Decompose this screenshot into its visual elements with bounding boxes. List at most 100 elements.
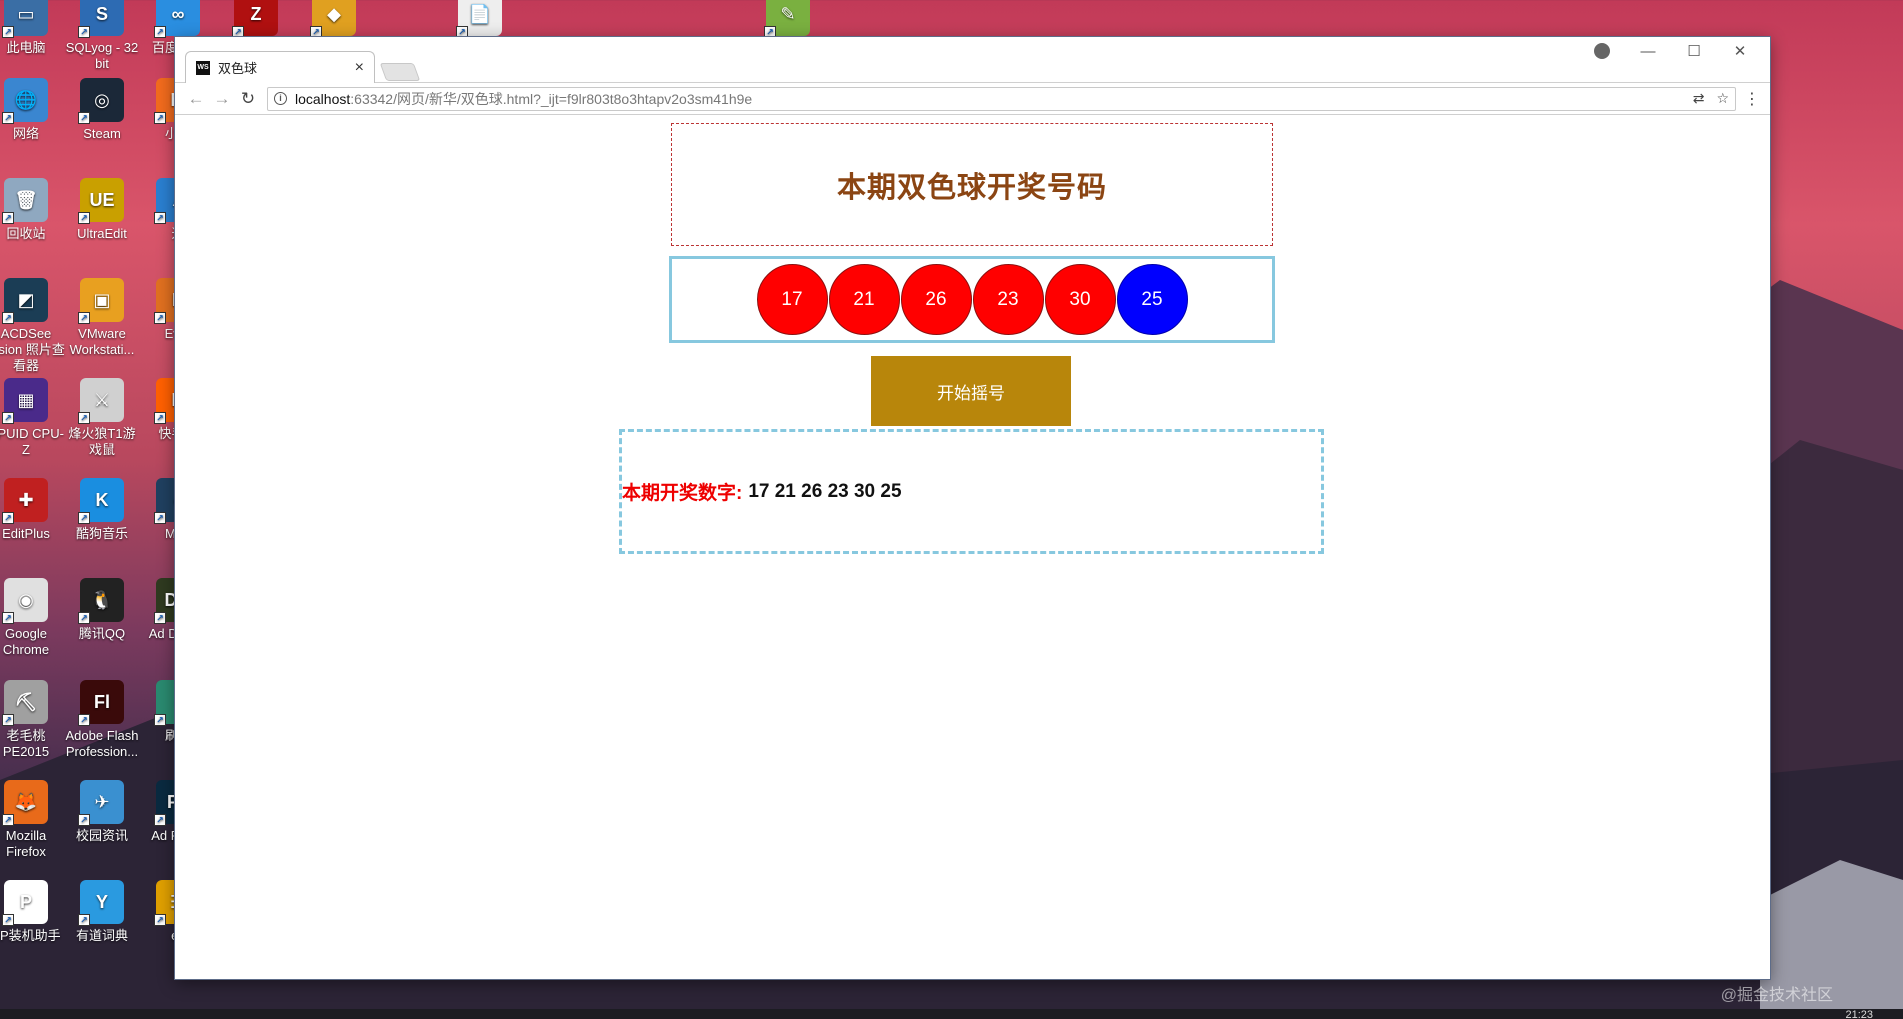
shortcut-arrow-icon: ↗	[2, 714, 14, 726]
desktop-icon-label: SQLyog - 32 bit	[65, 40, 139, 71]
lottery-ball-blue: 25	[1116, 264, 1188, 335]
desktop-icon-label: ACDSee Vision 照片查看器	[0, 326, 65, 373]
desktop-icon-label: 此电脑	[6, 40, 46, 55]
desktop-icon[interactable]: K ↗ 酷狗音乐	[62, 478, 142, 542]
shortcut-arrow-icon: ↗	[2, 212, 14, 224]
desktop-icon-label: 老毛桃PE2015	[2, 728, 50, 759]
shortcut-arrow-icon: ↗	[78, 412, 90, 424]
app-icon: UE ↗	[78, 178, 124, 224]
shortcut-arrow-icon: ↗	[2, 512, 14, 524]
app-icon: Fl ↗	[78, 680, 124, 726]
app-icon: ∞ ↗	[154, 0, 200, 38]
shortcut-arrow-icon: ↗	[2, 914, 14, 926]
desktop-icon[interactable]: S ↗ SQLyog - 32 bit	[62, 0, 142, 72]
shortcut-arrow-icon: ↗	[78, 814, 90, 826]
desktop-icon[interactable]: ◉ ↗ Google Chrome	[0, 578, 66, 658]
shortcut-arrow-icon: ↗	[78, 612, 90, 624]
page-viewport: 本期双色球开奖号码 17 21 26 23 30 25 开始摇号 本期开奖数字:…	[175, 115, 1770, 978]
result-box: 本期开奖数字: 17 21 26 23 30 25	[619, 429, 1324, 554]
desktop-icon[interactable]: ✚ ↗ EditPlus	[0, 478, 66, 542]
shortcut-arrow-icon: ↗	[78, 26, 90, 38]
desktop-icon-label: 网络	[12, 126, 39, 141]
info-icon[interactable]: i	[274, 92, 287, 105]
desktop-icon-label: Mozilla Firefox	[5, 828, 47, 859]
close-window-button[interactable]: ✕	[1718, 37, 1762, 65]
translate-icon[interactable]: ⇄	[1693, 90, 1705, 107]
desktop-icon[interactable]: ⛏ ↗ 老毛桃PE2015	[0, 680, 66, 760]
app-icon: K↗	[78, 478, 124, 524]
lottery-balls-container: 17 21 26 23 30 25	[669, 256, 1275, 343]
forward-button[interactable]: →	[209, 86, 235, 112]
shortcut-arrow-icon: ↗	[154, 814, 166, 826]
start-draw-button[interactable]: 开始摇号	[871, 356, 1071, 426]
app-icon: 🦊 ↗	[2, 780, 48, 826]
desktop-icon[interactable]: ⚔ ↗ 烽火狼T1游戏鼠	[62, 378, 142, 458]
desktop-icon[interactable]: ▭ ↗ 此电脑	[0, 0, 66, 56]
desktop-icon-label: 烽火狼T1游戏鼠	[68, 426, 136, 457]
shortcut-arrow-icon: ↗	[154, 312, 166, 324]
new-tab-button[interactable]	[379, 63, 421, 81]
lottery-ball: 30	[1044, 264, 1116, 335]
desktop-icon[interactable]: ◎ ↗ Steam	[62, 78, 142, 142]
desktop-icon-label: 校园资讯	[75, 828, 128, 843]
app-icon: ◉ ↗	[2, 578, 48, 624]
desktop-icon[interactable]: ✈ ↗ 校园资讯	[62, 780, 142, 844]
profile-icon[interactable]	[1594, 43, 1610, 59]
desktop-icon[interactable]: Fl ↗ Adobe Flash Profession...	[62, 680, 142, 760]
shortcut-arrow-icon: ↗	[154, 612, 166, 624]
browser-window: WS 双色球 × — ☐ ✕ ← → ↻ i localhost :63342/…	[175, 37, 1770, 979]
desktop-icon[interactable]: ▦↗CPUID CPU-Z	[0, 378, 66, 458]
maximize-button[interactable]: ☐	[1672, 37, 1716, 65]
lottery-ball: 17	[756, 264, 828, 335]
minimize-button[interactable]: —	[1626, 37, 1670, 65]
address-bar[interactable]: i localhost :63342/网页/新华/双色球.html?_ijt=f…	[267, 86, 1736, 111]
desktop-icon-label: Google Chrome	[2, 626, 50, 657]
desktop-icon[interactable]: 🌐 ↗ 网络	[0, 78, 66, 142]
desktop-icon-label: Steam	[83, 126, 121, 141]
tab-close-icon[interactable]: ×	[355, 59, 364, 77]
back-button[interactable]: ←	[183, 86, 209, 112]
shortcut-arrow-icon: ↗	[2, 814, 14, 826]
desktop-icon-label: CPUID CPU-Z	[0, 426, 64, 457]
desktop-icon[interactable]: 🐧 ↗ 腾讯QQ	[62, 578, 142, 642]
app-icon: 🌐 ↗	[2, 78, 48, 124]
shortcut-arrow-icon: ↗	[2, 26, 14, 38]
shortcut-arrow-icon: ↗	[2, 312, 14, 324]
shortcut-arrow-icon: ↗	[154, 26, 166, 38]
shortcut-arrow-icon: ↗	[154, 714, 166, 726]
shortcut-arrow-icon: ↗	[154, 512, 166, 524]
browser-menu-icon[interactable]: ⋮	[1742, 89, 1762, 109]
desktop-icon-label: 有道词典	[75, 928, 128, 943]
desktop-icon-label: 酷狗音乐	[75, 526, 128, 541]
app-icon: ⚔ ↗	[78, 378, 124, 424]
desktop-icon[interactable]: Y ↗ 有道词典	[62, 880, 142, 944]
app-icon: P ↗	[2, 880, 48, 926]
shortcut-arrow-icon: ↗	[2, 112, 14, 124]
url-host: localhost	[295, 90, 351, 107]
desktop-icon[interactable]: 🗑 ↗ 回收站	[0, 178, 66, 242]
reload-button[interactable]: ↻	[235, 86, 261, 112]
url-path: :63342/网页/新华/双色球.html?_ijt=f9lr803t8o3ht…	[350, 90, 753, 107]
desktop-icon[interactable]: ◩↗ACDSee Vision 照片查看器	[0, 278, 66, 374]
webstorm-favicon-icon: WS	[196, 60, 210, 75]
desktop-icon[interactable]: P↗ PP装机助手	[0, 880, 66, 944]
bookmark-star-icon[interactable]: ☆	[1716, 90, 1729, 107]
tab-active[interactable]: WS 双色球 ×	[185, 51, 375, 83]
shortcut-arrow-icon: ↗	[78, 112, 90, 124]
desktop-icon[interactable]: 🦊 ↗ Mozilla Firefox	[0, 780, 66, 860]
shortcut-arrow-icon: ↗	[154, 412, 166, 424]
desktop-icon[interactable]: ▣ ↗ VMware Workstati...	[62, 278, 142, 358]
browser-titlebar: WS 双色球 × — ☐ ✕	[175, 37, 1770, 83]
shortcut-arrow-icon: ↗	[154, 212, 166, 224]
desktop-icon-label: 腾讯QQ	[78, 626, 126, 641]
app-icon: 🐧 ↗	[78, 578, 124, 624]
app-icon: ✎ ↗	[764, 0, 810, 38]
app-icon: ◩ ↗	[2, 278, 48, 324]
shortcut-arrow-icon: ↗	[78, 914, 90, 926]
shortcut-arrow-icon: ↗	[154, 112, 166, 124]
desktop-icon-label: UltraEdit	[77, 226, 127, 241]
shortcut-arrow-icon: ↗	[78, 212, 90, 224]
lottery-ball: 21	[828, 264, 900, 335]
desktop-icon[interactable]: UE ↗ UltraEdit	[62, 178, 142, 242]
app-icon: S ↗	[78, 0, 124, 38]
